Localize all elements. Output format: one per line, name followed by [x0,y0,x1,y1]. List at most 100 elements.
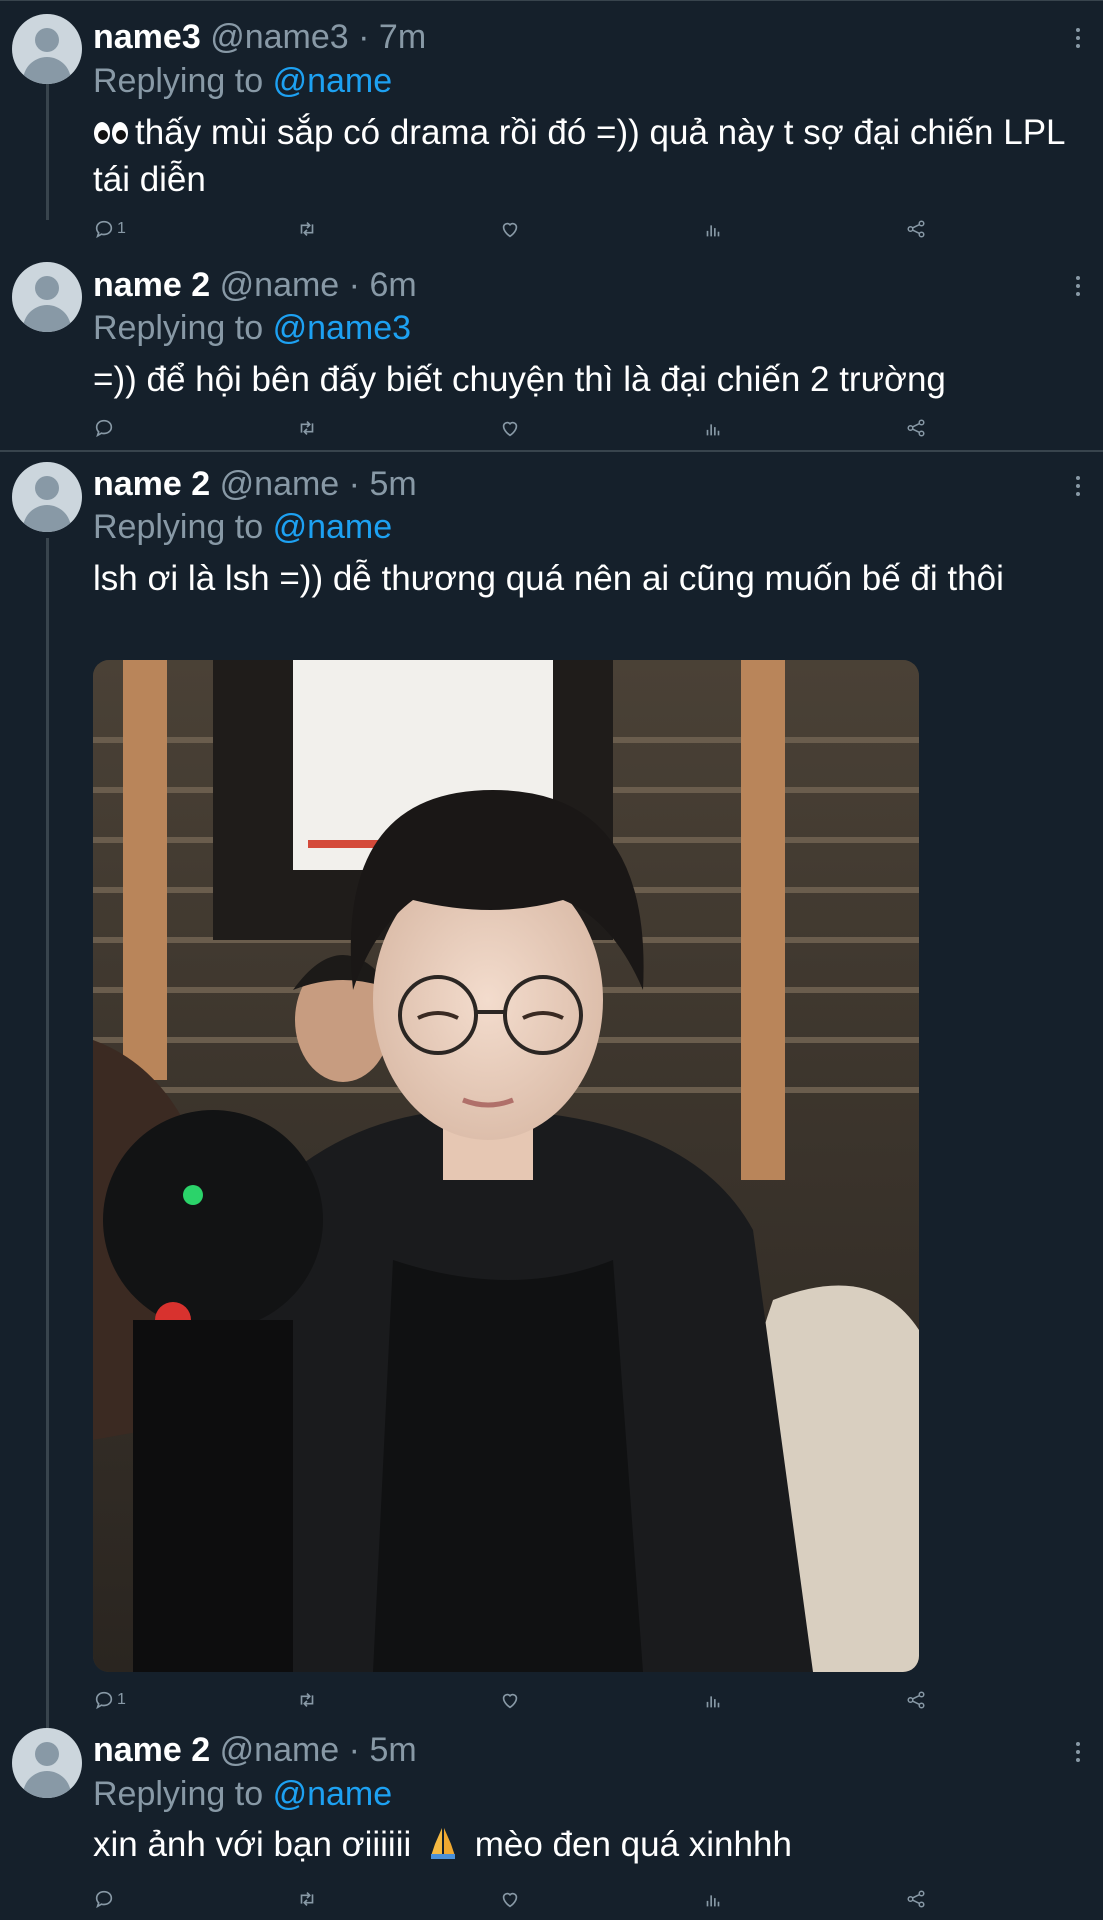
share-icon [907,419,925,437]
retweet-icon [300,1891,314,1907]
tweet-header: name 2 @name · 6m [93,265,417,305]
tweet[interactable]: name3 @name3 · 7m Replying to @name thấy… [0,0,1103,250]
analytics-button[interactable] [702,1686,724,1714]
replying-to: Replying to @name [93,1774,392,1814]
tweet-text: lsh ơi là lsh =)) dễ thương quá nên ai c… [93,559,1004,598]
reply-icon [95,419,113,438]
tweet[interactable]: name 2 @name · 6m Replying to @name3 =))… [0,250,1103,450]
share-button[interactable] [905,215,927,243]
display-name[interactable]: name 2 [93,465,210,503]
tweet-photo[interactable] [93,660,919,1672]
replying-to: Replying to @name3 [93,308,411,348]
separator: · [348,465,360,503]
handle[interactable]: @name3 [210,18,348,56]
tweet[interactable]: name 2 @name · 5m Replying to @name lsh … [0,452,1103,1722]
like-icon [502,1693,518,1709]
retweet-button[interactable] [296,1686,318,1714]
tweet-text: thấy mùi sắp có drama rồi đó =)) quả này… [93,110,1083,202]
replying-prefix: Replying to [93,508,264,546]
retweet-icon [300,1692,314,1708]
share-button[interactable] [905,414,927,442]
reply-button[interactable] [93,414,117,442]
handle[interactable]: @name [220,266,340,304]
display-name[interactable]: name3 [93,18,201,56]
analytics-icon [706,1696,720,1708]
tweet-header: name3 @name3 · 7m [93,17,426,57]
share-icon [907,1890,925,1908]
separator: · [348,1731,360,1769]
display-name[interactable]: name 2 [93,1731,210,1769]
reply-button[interactable] [93,1885,117,1913]
timestamp[interactable]: 5m [369,465,416,503]
tweet[interactable]: name 2 @name · 5m Replying to @name xin … [0,1722,1103,1920]
share-icon [907,220,925,238]
tweet-header: name 2 @name · 5m [93,464,417,504]
reply-count: 1 [117,220,126,237]
replying-to: Replying to @name [93,61,392,101]
tweet-actions [93,1885,933,1913]
replying-prefix: Replying to [93,62,264,100]
more-icon[interactable] [1075,476,1081,498]
tweet-header: name 2 @name · 5m [93,1730,417,1770]
reply-icon [95,1691,113,1710]
mention-link[interactable]: @name3 [273,309,411,347]
tweet-text-content: thấy mùi sắp có drama rồi đó =)) quả này… [93,113,1065,200]
tweet-actions [93,414,933,442]
mention-link[interactable]: @name [273,1775,393,1813]
avatar-icon[interactable] [12,14,82,84]
timestamp[interactable]: 5m [369,1731,416,1769]
replying-prefix: Replying to [93,309,264,347]
timestamp[interactable]: 6m [369,266,416,304]
analytics-button[interactable] [702,414,724,442]
share-button[interactable] [905,1686,927,1714]
reply-button[interactable]: 1 [93,1686,126,1714]
avatar-icon[interactable] [12,262,82,332]
avatar-icon[interactable] [12,462,82,532]
like-button[interactable] [499,1686,521,1714]
avatar-icon[interactable] [12,1728,82,1798]
timestamp[interactable]: 7m [379,18,426,56]
share-button[interactable] [905,1885,927,1913]
analytics-icon [706,225,720,237]
retweet-icon [300,221,314,237]
like-button[interactable] [499,1885,521,1913]
like-button[interactable] [499,215,521,243]
retweet-button[interactable] [296,414,318,442]
reply-count: 1 [117,1691,126,1708]
reply-icon [95,1890,113,1909]
separator: · [358,18,370,56]
tweet-text-after-emoji: mèo đen quá xinhhh [474,1825,792,1864]
share-icon [907,1691,925,1709]
reply-icon [95,220,113,239]
like-icon [502,222,518,238]
analytics-icon [706,1895,720,1907]
more-icon[interactable] [1075,276,1081,298]
retweet-icon [300,420,314,436]
separator: · [348,266,360,304]
retweet-button[interactable] [296,1885,318,1913]
mention-link[interactable]: @name [273,62,393,100]
tweet-text: =)) để hội bên đấy biết chuyện thì là đạ… [93,360,946,399]
mention-link[interactable]: @name [273,508,393,546]
eyes-emoji [93,112,129,157]
replying-to: Replying to @name [93,507,392,547]
reply-button[interactable]: 1 [93,215,126,243]
like-icon [502,1892,518,1908]
retweet-button[interactable] [296,215,318,243]
handle[interactable]: @name [220,465,340,503]
display-name[interactable]: name 2 [93,266,210,304]
analytics-button[interactable] [702,1885,724,1913]
analytics-icon [706,424,720,436]
replying-prefix: Replying to [93,1775,264,1813]
analytics-button[interactable] [702,215,724,243]
like-button[interactable] [499,414,521,442]
handle[interactable]: @name [220,1731,340,1769]
more-icon[interactable] [1075,28,1081,50]
tweet-actions: 1 [93,215,933,243]
more-icon[interactable] [1075,1742,1081,1764]
like-icon [502,421,518,437]
folded-hands-emoji [425,1824,461,1871]
tweet-text-before-emoji: xin ảnh với bạn ơiiiiii [93,1825,412,1864]
tweet-text: xin ảnh với bạn ơiiiiii mèo đen quá xinh… [93,1822,1083,1871]
tweet-actions: 1 [93,1686,933,1714]
